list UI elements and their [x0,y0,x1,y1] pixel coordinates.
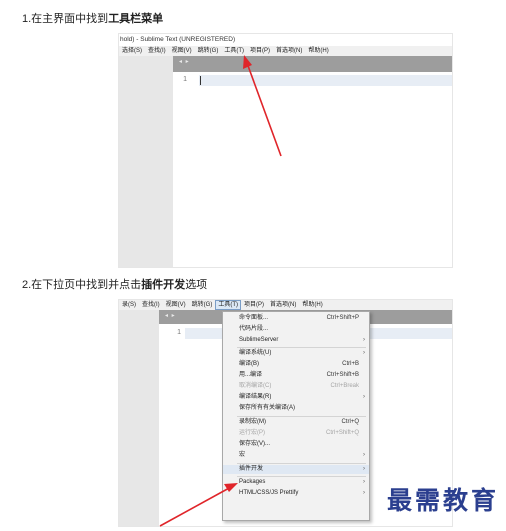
menu-item-record-macro[interactable]: 录制宏(M) Ctrl+Q [223,418,369,427]
gutter: 1 [173,72,199,267]
menu-item-sublimeserver[interactable]: SublimeServer › [223,336,369,345]
menu-select[interactable]: 录(S) [119,300,139,310]
menu-item-save-all-on-build[interactable]: 保存所有有关编译(A) [223,404,369,413]
tab-nav-arrows-icon[interactable]: ◂ ▸ [179,58,190,65]
menu-find[interactable]: 查找(I) [145,46,169,56]
menu-separator [237,476,366,477]
step-2-suffix: 选项 [185,279,208,291]
submenu-arrow-icon: › [363,337,365,343]
menu-item-macros[interactable]: 宏 › [223,451,369,460]
step-2-title: 2.在下拉页中找到并点击插件开发选项 [22,276,207,292]
submenu-arrow-icon: › [363,394,365,400]
line-number: 1 [183,76,187,83]
menu-tools[interactable]: 工具(T) [221,46,247,56]
menu-item-build-results[interactable]: 编译结果(R) › [223,393,369,402]
menu-view[interactable]: 视图(V) [163,300,189,310]
tools-dropdown-menu: 命令面板... Ctrl+Shift+P 代码片段... SublimeServe… [222,311,370,521]
submenu-arrow-icon: › [363,490,365,496]
menu-item-packages[interactable]: Packages › [223,478,369,487]
menu-item-cancel-build[interactable]: 取消编译(C) Ctrl+Break [223,382,369,391]
menu-item-playback-macro[interactable]: 运行宏(P) Ctrl+Shift+Q [223,429,369,438]
tab-strip: ◂ ▸ [173,56,452,72]
current-line-highlight [173,75,452,86]
menu-select[interactable]: 选择(S) [119,46,145,56]
submenu-arrow-icon: › [363,479,365,485]
step-1-bold: 工具栏菜单 [108,13,164,25]
menu-help[interactable]: 帮助(H) [299,300,325,310]
step-2-bold: 插件开发 [141,279,186,291]
menu-preferences[interactable]: 首选项(N) [273,46,305,56]
menu-tools[interactable]: 工具(T) [215,300,242,310]
menu-item-plugin-development[interactable]: 插件开发 › [223,465,369,474]
menu-project[interactable]: 项目(P) [241,300,267,310]
menu-goto[interactable]: 跳转(G) [189,300,216,310]
submenu-arrow-icon: › [363,466,365,472]
menu-item-build-with[interactable]: 用...编译 Ctrl+Shift+B [223,371,369,380]
watermark-logo: 最需教育 [387,486,500,515]
menu-find[interactable]: 查找(I) [139,300,163,310]
step-1-text: 1.在主界面中找到 [22,13,109,25]
menu-item-command-palette[interactable]: 命令面板... Ctrl+Shift+P [223,314,369,323]
submenu-arrow-icon: › [363,452,365,458]
menu-bar: 选择(S) 查找(I) 视图(V) 跳转(G) 工具(T) 项目(P) 首选项(N) 帮助(H… [119,46,452,56]
menu-bar: 录(S) 查找(I) 视图(V) 跳转(G) 工具(T) 项目(P) 首选项(N) 帮助(H) [119,300,452,310]
step-2-text: 2.在下拉页中找到并点击 [22,279,142,291]
submenu-arrow-icon: › [363,350,365,356]
menu-item-build-system[interactable]: 编译系统(U) › [223,349,369,358]
menu-goto[interactable]: 跳转(G) [195,46,222,56]
menu-separator [237,463,366,464]
menu-view[interactable]: 视图(V) [169,46,195,56]
menu-help[interactable]: 帮助(H) [305,46,331,56]
tab-nav-arrows-icon[interactable]: ◂ ▸ [165,312,176,319]
screenshot-main-window: hold) - Sublime Text (UNREGISTERED) 选择(S… [118,33,453,268]
menu-item-html-css-js-prettify[interactable]: HTML/CSS/JS Prettify › [223,489,369,498]
sidebar [119,310,159,526]
menu-separator [237,416,366,417]
menu-project[interactable]: 项目(P) [247,46,273,56]
menu-preferences[interactable]: 首选项(N) [267,300,299,310]
gutter: 1 [159,324,185,526]
menu-item-build[interactable]: 编译(B) Ctrl+B [223,360,369,369]
menu-separator [237,347,366,348]
editor-area[interactable]: 1 [173,72,452,267]
sidebar [119,56,173,267]
line-number: 1 [177,329,181,336]
text-cursor [200,76,201,85]
window-title: hold) - Sublime Text (UNREGISTERED) [119,34,452,46]
step-1-title: 1.在主界面中找到工具栏菜单 [22,10,163,26]
menu-item-save-macro[interactable]: 保存宏(V)... [223,440,369,449]
menu-item-snippets[interactable]: 代码片段... [223,325,369,334]
